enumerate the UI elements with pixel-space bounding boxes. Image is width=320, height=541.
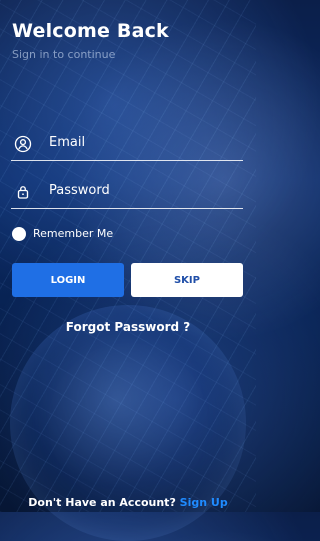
no-account-text: Don't Have an Account?: [28, 496, 176, 509]
remember-me-radio[interactable]: [12, 227, 26, 241]
password-label: Password: [49, 183, 110, 198]
skip-button[interactable]: SKIP: [131, 263, 243, 297]
remember-me[interactable]: Remember Me: [12, 226, 152, 242]
lock-icon: [14, 183, 32, 201]
signup-link[interactable]: Sign Up: [180, 496, 228, 509]
remember-me-label: Remember Me: [33, 227, 114, 240]
email-field[interactable]: Email: [11, 132, 243, 161]
page-title: Welcome Back: [12, 20, 169, 42]
signup-prompt: Don't Have an Account? Sign Up: [0, 496, 256, 509]
email-label: Email: [49, 135, 86, 150]
password-field[interactable]: Password: [11, 180, 243, 209]
user-circle-icon: [14, 135, 32, 153]
page-subtitle: Sign in to continue: [12, 48, 116, 61]
forgot-password-link[interactable]: Forgot Password ?: [0, 320, 256, 334]
login-button[interactable]: LOGIN: [12, 263, 124, 297]
